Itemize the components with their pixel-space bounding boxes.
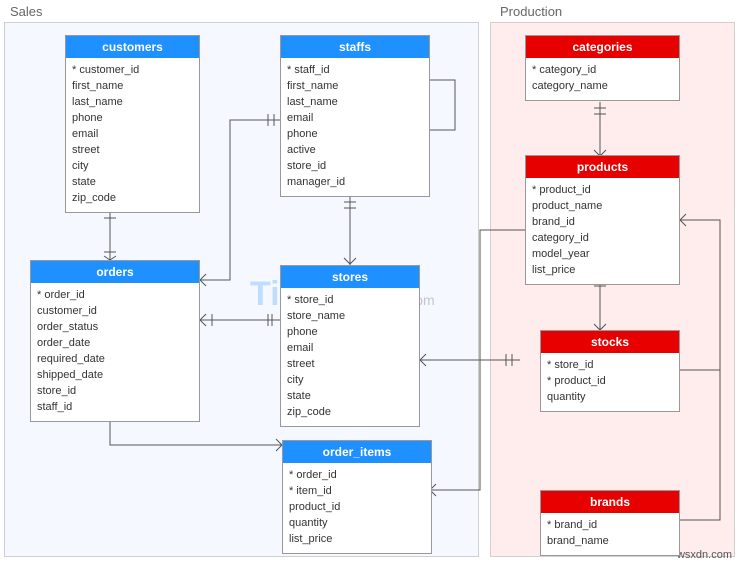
entity-products: products * product_id product_name brand… (525, 155, 680, 285)
entity-header: order_items (283, 441, 431, 463)
entity-body: * staff_id first_name last_name email ph… (281, 58, 429, 196)
field: email (72, 126, 193, 142)
entity-customers: customers * customer_id first_name last_… (65, 35, 200, 213)
entity-body: * category_id category_name (526, 58, 679, 100)
field: store_id (37, 383, 193, 399)
field: state (72, 174, 193, 190)
field: first_name (72, 78, 193, 94)
field: staff_id (37, 399, 193, 415)
field: state (287, 388, 413, 404)
entity-header: stocks (541, 331, 679, 353)
field: * staff_id (287, 62, 423, 78)
entity-header: products (526, 156, 679, 178)
field: last_name (287, 94, 423, 110)
field: category_name (532, 78, 673, 94)
entity-body: * order_id * item_id product_id quantity… (283, 463, 431, 553)
field: * order_id (37, 287, 193, 303)
field: order_status (37, 319, 193, 335)
field: store_id (287, 158, 423, 174)
field: * product_id (532, 182, 673, 198)
field: zip_code (287, 404, 413, 420)
field: * order_id (289, 467, 425, 483)
field: category_id (532, 230, 673, 246)
field: customer_id (37, 303, 193, 319)
entity-header: customers (66, 36, 199, 58)
field: active (287, 142, 423, 158)
field: list_price (532, 262, 673, 278)
field: first_name (287, 78, 423, 94)
field: * category_id (532, 62, 673, 78)
field: product_name (532, 198, 673, 214)
field: * customer_id (72, 62, 193, 78)
field: city (72, 158, 193, 174)
field: phone (287, 324, 413, 340)
field: * store_id (287, 292, 413, 308)
entity-body: * store_id * product_id quantity (541, 353, 679, 411)
field: quantity (289, 515, 425, 531)
entity-body: * customer_id first_name last_name phone… (66, 58, 199, 212)
field: quantity (547, 389, 673, 405)
field: * brand_id (547, 517, 673, 533)
entity-header: categories (526, 36, 679, 58)
field: email (287, 340, 413, 356)
entity-brands: brands * brand_id brand_name (540, 490, 680, 556)
field: street (72, 142, 193, 158)
field: last_name (72, 94, 193, 110)
entity-header: stores (281, 266, 419, 288)
entity-orders: orders * order_id customer_id order_stat… (30, 260, 200, 422)
field: zip_code (72, 190, 193, 206)
field: shipped_date (37, 367, 193, 383)
entity-stores: stores * store_id store_name phone email… (280, 265, 420, 427)
entity-body: * product_id product_name brand_id categ… (526, 178, 679, 284)
entity-staffs: staffs * staff_id first_name last_name e… (280, 35, 430, 197)
field: order_date (37, 335, 193, 351)
entity-body: * brand_id brand_name (541, 513, 679, 555)
field: list_price (289, 531, 425, 547)
entity-header: staffs (281, 36, 429, 58)
field: street (287, 356, 413, 372)
field: required_date (37, 351, 193, 367)
field: brand_name (547, 533, 673, 549)
field: * store_id (547, 357, 673, 373)
field: brand_id (532, 214, 673, 230)
field: phone (287, 126, 423, 142)
field: email (287, 110, 423, 126)
entity-body: * order_id customer_id order_status orde… (31, 283, 199, 421)
field: model_year (532, 246, 673, 262)
field: manager_id (287, 174, 423, 190)
field: city (287, 372, 413, 388)
field: phone (72, 110, 193, 126)
entity-categories: categories * category_id category_name (525, 35, 680, 101)
entity-header: brands (541, 491, 679, 513)
entity-order-items: order_items * order_id * item_id product… (282, 440, 432, 554)
entity-stocks: stocks * store_id * product_id quantity (540, 330, 680, 412)
field: * item_id (289, 483, 425, 499)
field: product_id (289, 499, 425, 515)
entity-body: * store_id store_name phone email street… (281, 288, 419, 426)
entity-header: orders (31, 261, 199, 283)
field: store_name (287, 308, 413, 324)
field: * product_id (547, 373, 673, 389)
